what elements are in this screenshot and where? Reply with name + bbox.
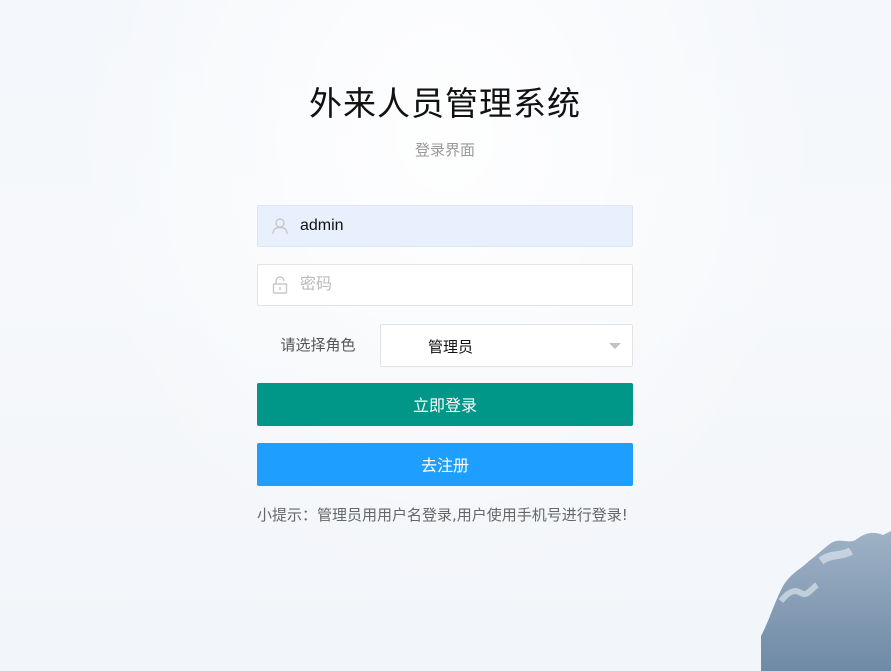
login-button[interactable]: 立即登录 [257, 383, 633, 426]
mountain-decoration [761, 531, 891, 671]
role-label: 请选择角色 [280, 336, 356, 354]
caret-down-icon [609, 343, 621, 349]
role-select-value: 管理员 [428, 338, 474, 356]
password-input[interactable] [300, 265, 620, 305]
username-input[interactable] [300, 206, 620, 246]
password-field[interactable] [257, 264, 633, 306]
role-select[interactable]: 管理员 [380, 324, 633, 367]
username-field[interactable] [257, 205, 633, 247]
lock-icon [272, 276, 288, 294]
page-subtitle: 登录界面 [414, 141, 475, 159]
user-icon [272, 218, 288, 235]
register-button[interactable]: 去注册 [257, 443, 633, 486]
page-title: 外来人员管理系统 [309, 84, 581, 123]
login-tip: 小提示：管理员用用户名登录,用户使用手机号进行登录! [257, 506, 628, 524]
